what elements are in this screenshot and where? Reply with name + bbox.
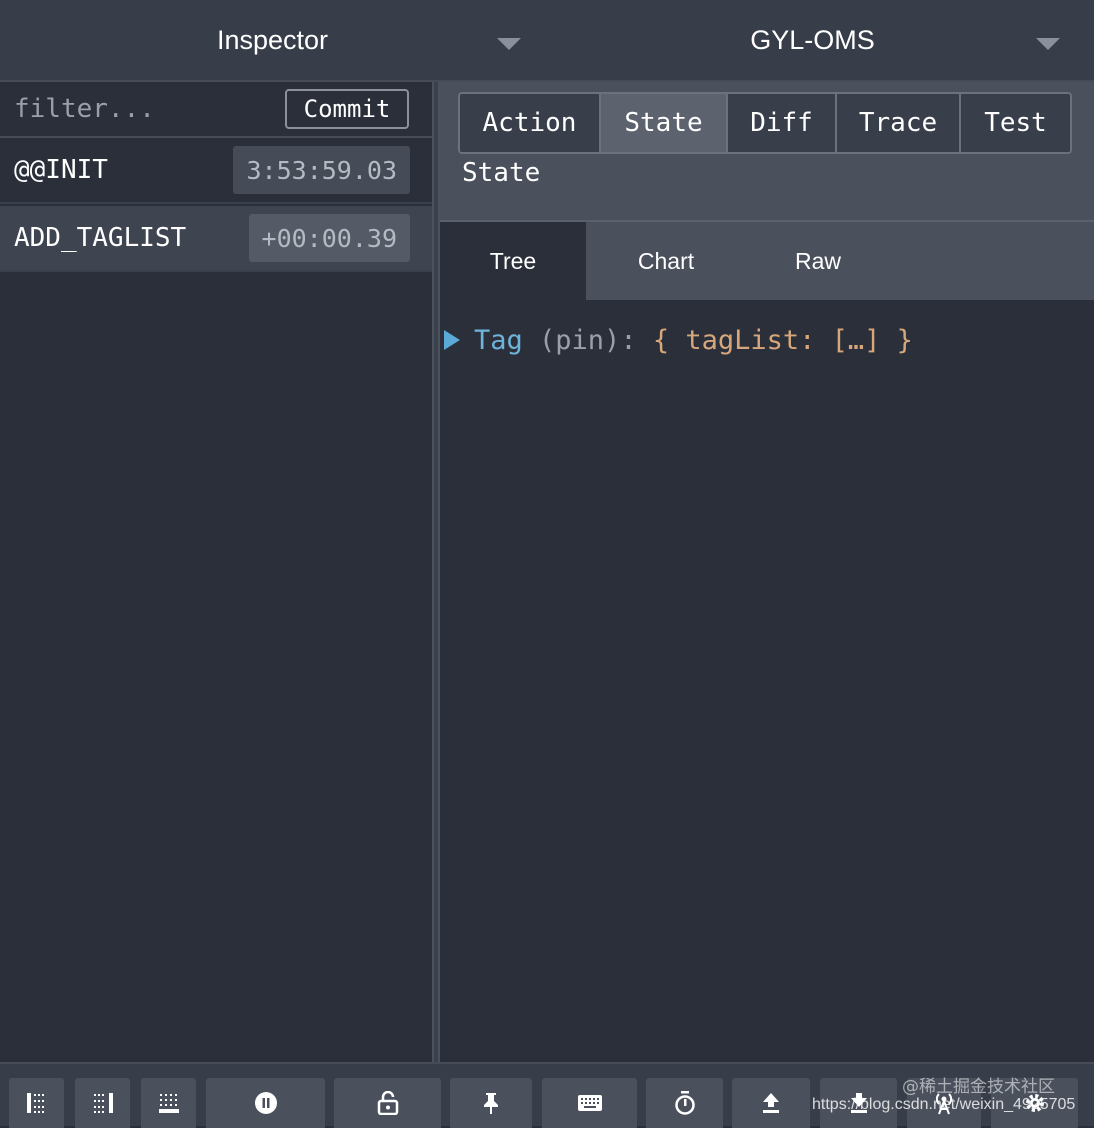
action-name: @@INIT [14, 155, 108, 185]
upload-icon [763, 1093, 779, 1113]
instance-dropdown[interactable]: GYL-OMS [545, 0, 1080, 80]
monitor-dropdown[interactable]: Inspector [0, 0, 545, 80]
tree-node-value: { tagList: […] } [652, 324, 913, 356]
monitor-dropdown-label: Inspector [216, 24, 329, 55]
tab-chart[interactable]: Chart [586, 222, 746, 300]
dock-bottom-icon [158, 1094, 179, 1113]
expand-arrow-icon[interactable] [444, 330, 460, 350]
tab-test[interactable]: Test [961, 94, 1070, 152]
tab-action[interactable]: Action [460, 94, 601, 152]
action-item-init[interactable]: @@INIT 3:53:59.03 [0, 138, 432, 204]
timer-button[interactable] [646, 1078, 723, 1128]
tree-node[interactable]: Tag (pin): { tagList: […] } [444, 320, 913, 360]
inspector-tabs: Action State Diff Trace Test [458, 92, 1072, 154]
dock-left-button[interactable] [9, 1078, 64, 1128]
view-tabs: Tree Chart Raw [440, 222, 1094, 300]
inspector-panel: Action State Diff Trace Test State Tree … [440, 82, 1094, 1062]
dock-bottom-button[interactable] [141, 1078, 196, 1128]
dock-left-icon [26, 1093, 44, 1113]
lock-icon [377, 1091, 398, 1115]
dock-right-button[interactable] [75, 1078, 130, 1128]
filter-bar: Commit [0, 82, 432, 138]
watermark-url: https://blog.csdn.net/weixin_4925705 [812, 1096, 1076, 1113]
keyboard-button[interactable] [542, 1078, 637, 1128]
chevron-down-icon[interactable] [1036, 38, 1060, 50]
filter-input[interactable] [0, 82, 270, 136]
tab-state[interactable]: State [601, 94, 728, 152]
timer-icon [674, 1091, 695, 1115]
tab-trace[interactable]: Trace [837, 94, 961, 152]
pin-icon [484, 1093, 498, 1114]
chevron-down-icon[interactable] [497, 38, 521, 50]
pane-resizer[interactable] [432, 82, 440, 1062]
action-item-add-taglist[interactable]: ADD_TAGLIST +00:00.39 [0, 206, 432, 272]
top-bar: Inspector GYL-OMS [0, 0, 1094, 82]
lock-button[interactable] [334, 1078, 441, 1128]
tab-raw[interactable]: Raw [746, 222, 890, 300]
action-timestamp[interactable]: 3:53:59.03 [233, 146, 410, 194]
action-timestamp[interactable]: +00:00.39 [248, 214, 410, 262]
pause-icon [254, 1092, 277, 1114]
upload-button[interactable] [732, 1078, 810, 1128]
dock-right-icon [93, 1093, 113, 1113]
tree-node-key: Tag [474, 324, 523, 356]
inspector-header: Action State Diff Trace Test State [440, 82, 1094, 222]
action-list-panel: Commit @@INIT 3:53:59.03 ADD_TAGLIST +00… [0, 82, 432, 1062]
watermark-text: @稀土掘金技术社区 [902, 1077, 1055, 1097]
tab-diff[interactable]: Diff [728, 94, 837, 152]
instance-dropdown-label: GYL-OMS [750, 24, 875, 55]
keyboard-icon [577, 1095, 602, 1111]
pause-button[interactable] [206, 1078, 325, 1128]
action-name: ADD_TAGLIST [14, 223, 187, 253]
commit-button[interactable]: Commit [285, 89, 409, 129]
pin-button[interactable] [450, 1078, 532, 1128]
tab-tree[interactable]: Tree [440, 222, 586, 300]
section-title: State [462, 158, 541, 188]
tree-node-meta: (pin): [522, 324, 653, 356]
